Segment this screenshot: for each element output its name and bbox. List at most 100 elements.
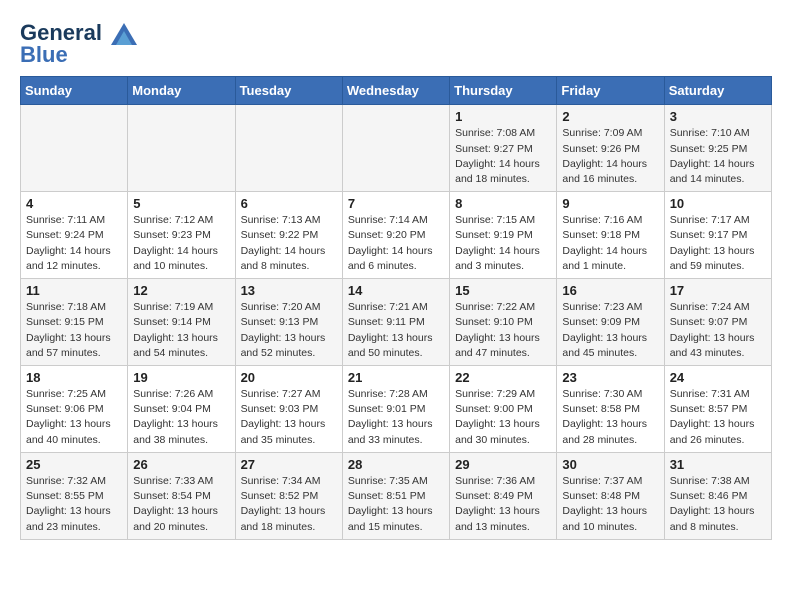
day-number: 21 — [348, 370, 444, 385]
weekday-header: Sunday — [21, 77, 128, 105]
weekday-header: Friday — [557, 77, 664, 105]
calendar-cell: 19Sunrise: 7:26 AM Sunset: 9:04 PM Dayli… — [128, 366, 235, 453]
weekday-header: Thursday — [450, 77, 557, 105]
day-number: 9 — [562, 196, 658, 211]
calendar-cell: 15Sunrise: 7:22 AM Sunset: 9:10 PM Dayli… — [450, 279, 557, 366]
weekday-header: Saturday — [664, 77, 771, 105]
day-number: 23 — [562, 370, 658, 385]
day-number: 29 — [455, 457, 551, 472]
weekday-header: Tuesday — [235, 77, 342, 105]
day-number: 19 — [133, 370, 229, 385]
calendar-cell: 8 Sunrise: 7:15 AM Sunset: 9:19 PM Daylig… — [450, 192, 557, 279]
day-info: Sunrise: 7:29 AM Sunset: 9:00 PM Dayligh… — [455, 387, 551, 448]
calendar-cell: 31 Sunrise: 7:38 AM Sunset: 8:46 PM Dayli… — [664, 452, 771, 539]
calendar-cell — [128, 105, 235, 192]
day-info: Sunrise: 7:17 AM Sunset: 9:17 PM Dayligh… — [670, 213, 766, 274]
day-info: Sunrise: 7:37 AM Sunset: 8:48 PM Dayligh… — [562, 474, 658, 535]
calendar-cell: 1 Sunrise: 7:08 AM Sunset: 9:27 PM Daylig… — [450, 105, 557, 192]
calendar-table: SundayMondayTuesdayWednesdayThursdayFrid… — [20, 76, 772, 539]
day-info: Sunrise: 7:21 AM Sunset: 9:11 PM Dayligh… — [348, 300, 444, 361]
calendar-cell: 28Sunrise: 7:35 AM Sunset: 8:51 PM Dayli… — [342, 452, 449, 539]
calendar-cell: 24 Sunrise: 7:31 AM Sunset: 8:57 PM Dayli… — [664, 366, 771, 453]
day-number: 3 — [670, 109, 766, 124]
day-number: 18 — [26, 370, 122, 385]
day-number: 14 — [348, 283, 444, 298]
day-info: Sunrise: 7:19 AM Sunset: 9:14 PM Dayligh… — [133, 300, 229, 361]
calendar-cell: 30 Sunrise: 7:37 AM Sunset: 8:48 PM Dayli… — [557, 452, 664, 539]
day-info: Sunrise: 7:38 AM Sunset: 8:46 PM Dayligh… — [670, 474, 766, 535]
calendar-week-row: 4 Sunrise: 7:11 AM Sunset: 9:24 PM Daylig… — [21, 192, 772, 279]
calendar-cell: 23Sunrise: 7:30 AM Sunset: 8:58 PM Dayli… — [557, 366, 664, 453]
day-info: Sunrise: 7:12 AM Sunset: 9:23 PM Dayligh… — [133, 213, 229, 274]
day-number: 1 — [455, 109, 551, 124]
day-number: 11 — [26, 283, 122, 298]
calendar-cell: 5Sunrise: 7:12 AM Sunset: 9:23 PM Daylig… — [128, 192, 235, 279]
logo: General Blue — [20, 20, 137, 68]
calendar-cell: 6 Sunrise: 7:13 AM Sunset: 9:22 PM Daylig… — [235, 192, 342, 279]
calendar-week-row: 25 Sunrise: 7:32 AM Sunset: 8:55 PM Dayli… — [21, 452, 772, 539]
calendar-cell: 4 Sunrise: 7:11 AM Sunset: 9:24 PM Daylig… — [21, 192, 128, 279]
day-info: Sunrise: 7:13 AM Sunset: 9:22 PM Dayligh… — [241, 213, 337, 274]
day-info: Sunrise: 7:35 AM Sunset: 8:51 PM Dayligh… — [348, 474, 444, 535]
day-number: 25 — [26, 457, 122, 472]
day-number: 8 — [455, 196, 551, 211]
calendar-cell: 17 Sunrise: 7:24 AM Sunset: 9:07 PM Dayli… — [664, 279, 771, 366]
calendar-cell — [235, 105, 342, 192]
day-number: 31 — [670, 457, 766, 472]
day-info: Sunrise: 7:22 AM Sunset: 9:10 PM Dayligh… — [455, 300, 551, 361]
calendar-cell: 22 Sunrise: 7:29 AM Sunset: 9:00 PM Dayli… — [450, 366, 557, 453]
calendar-header: SundayMondayTuesdayWednesdayThursdayFrid… — [21, 77, 772, 105]
day-number: 27 — [241, 457, 337, 472]
day-number: 16 — [562, 283, 658, 298]
weekday-header: Monday — [128, 77, 235, 105]
day-number: 6 — [241, 196, 337, 211]
calendar-cell: 29 Sunrise: 7:36 AM Sunset: 8:49 PM Dayli… — [450, 452, 557, 539]
day-info: Sunrise: 7:08 AM Sunset: 9:27 PM Dayligh… — [455, 126, 551, 187]
day-info: Sunrise: 7:14 AM Sunset: 9:20 PM Dayligh… — [348, 213, 444, 274]
day-info: Sunrise: 7:15 AM Sunset: 9:19 PM Dayligh… — [455, 213, 551, 274]
weekday-header: Wednesday — [342, 77, 449, 105]
header-row: SundayMondayTuesdayWednesdayThursdayFrid… — [21, 77, 772, 105]
calendar-cell: 12 Sunrise: 7:19 AM Sunset: 9:14 PM Dayli… — [128, 279, 235, 366]
day-number: 22 — [455, 370, 551, 385]
calendar-cell: 7Sunrise: 7:14 AM Sunset: 9:20 PM Daylig… — [342, 192, 449, 279]
day-number: 17 — [670, 283, 766, 298]
calendar-cell: 13 Sunrise: 7:20 AM Sunset: 9:13 PM Dayli… — [235, 279, 342, 366]
day-number: 13 — [241, 283, 337, 298]
calendar-cell: 2 Sunrise: 7:09 AM Sunset: 9:26 PM Daylig… — [557, 105, 664, 192]
day-number: 4 — [26, 196, 122, 211]
day-info: Sunrise: 7:31 AM Sunset: 8:57 PM Dayligh… — [670, 387, 766, 448]
day-number: 10 — [670, 196, 766, 211]
day-info: Sunrise: 7:36 AM Sunset: 8:49 PM Dayligh… — [455, 474, 551, 535]
day-info: Sunrise: 7:10 AM Sunset: 9:25 PM Dayligh… — [670, 126, 766, 187]
day-info: Sunrise: 7:11 AM Sunset: 9:24 PM Dayligh… — [26, 213, 122, 274]
calendar-body: 1 Sunrise: 7:08 AM Sunset: 9:27 PM Daylig… — [21, 105, 772, 539]
calendar-week-row: 1 Sunrise: 7:08 AM Sunset: 9:27 PM Daylig… — [21, 105, 772, 192]
day-number: 2 — [562, 109, 658, 124]
calendar-cell: 27Sunrise: 7:34 AM Sunset: 8:52 PM Dayli… — [235, 452, 342, 539]
calendar-cell: 3 Sunrise: 7:10 AM Sunset: 9:25 PM Daylig… — [664, 105, 771, 192]
day-number: 20 — [241, 370, 337, 385]
calendar-week-row: 11 Sunrise: 7:18 AM Sunset: 9:15 PM Dayli… — [21, 279, 772, 366]
calendar-cell: 9 Sunrise: 7:16 AM Sunset: 9:18 PM Daylig… — [557, 192, 664, 279]
day-number: 26 — [133, 457, 229, 472]
calendar-cell: 21Sunrise: 7:28 AM Sunset: 9:01 PM Dayli… — [342, 366, 449, 453]
day-info: Sunrise: 7:32 AM Sunset: 8:55 PM Dayligh… — [26, 474, 122, 535]
day-number: 30 — [562, 457, 658, 472]
day-number: 24 — [670, 370, 766, 385]
calendar-cell: 20 Sunrise: 7:27 AM Sunset: 9:03 PM Dayli… — [235, 366, 342, 453]
day-info: Sunrise: 7:24 AM Sunset: 9:07 PM Dayligh… — [670, 300, 766, 361]
day-number: 12 — [133, 283, 229, 298]
calendar-cell — [21, 105, 128, 192]
logo-icon — [111, 23, 137, 45]
page-header: General Blue — [20, 20, 772, 68]
day-info: Sunrise: 7:20 AM Sunset: 9:13 PM Dayligh… — [241, 300, 337, 361]
day-info: Sunrise: 7:09 AM Sunset: 9:26 PM Dayligh… — [562, 126, 658, 187]
day-info: Sunrise: 7:27 AM Sunset: 9:03 PM Dayligh… — [241, 387, 337, 448]
day-info: Sunrise: 7:23 AM Sunset: 9:09 PM Dayligh… — [562, 300, 658, 361]
calendar-cell: 11 Sunrise: 7:18 AM Sunset: 9:15 PM Dayli… — [21, 279, 128, 366]
day-info: Sunrise: 7:18 AM Sunset: 9:15 PM Dayligh… — [26, 300, 122, 361]
calendar-cell: 14 Sunrise: 7:21 AM Sunset: 9:11 PM Dayli… — [342, 279, 449, 366]
day-info: Sunrise: 7:16 AM Sunset: 9:18 PM Dayligh… — [562, 213, 658, 274]
calendar-cell: 10 Sunrise: 7:17 AM Sunset: 9:17 PM Dayli… — [664, 192, 771, 279]
